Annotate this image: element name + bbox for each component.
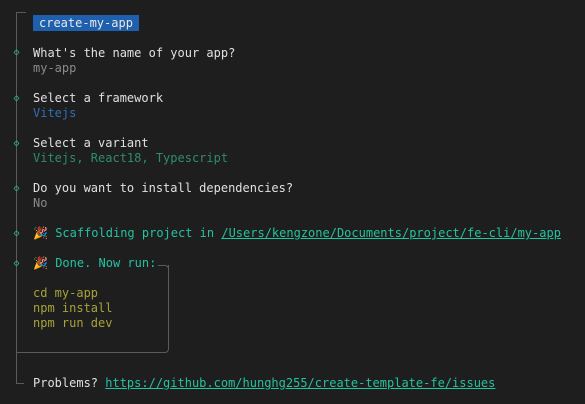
party-icon: 🎉 bbox=[33, 226, 48, 240]
done-line: 🎉 Done. Now run: bbox=[33, 256, 156, 270]
scaffold-line: 🎉 Scaffolding project in /Users/kengzone… bbox=[33, 226, 561, 240]
party-icon: 🎉 bbox=[33, 256, 48, 270]
app-title-badge: create-my-app bbox=[33, 15, 139, 31]
step-answer: Vitejs, React18, Typescript bbox=[33, 151, 229, 165]
step-question: Select a framework bbox=[33, 91, 164, 105]
step-answer: No bbox=[33, 196, 48, 210]
rail-top-corner bbox=[16, 12, 26, 24]
next-steps-box-corner bbox=[158, 265, 169, 271]
step-marker-icon: ◇ bbox=[13, 228, 20, 239]
rail-bottom-corner bbox=[16, 372, 24, 384]
step-marker-icon: ◇ bbox=[13, 183, 20, 194]
step-marker-icon: ◇ bbox=[13, 138, 20, 149]
step-marker-icon: ◇ bbox=[13, 93, 20, 104]
step-question: What's the name of your app? bbox=[33, 46, 236, 60]
command-line: npm run dev bbox=[33, 316, 113, 330]
footer-line: Problems? https://github.com/hunghg255/c… bbox=[33, 376, 495, 390]
issues-link[interactable]: https://github.com/hunghg255/create-temp… bbox=[105, 376, 495, 390]
step-question: Do you want to install dependencies? bbox=[33, 181, 294, 195]
project-path-link[interactable]: /Users/kengzone/Documents/project/fe-cli… bbox=[221, 226, 561, 240]
step-question: Select a variant bbox=[33, 136, 149, 150]
footer-label: Problems? bbox=[33, 376, 106, 390]
done-text: Done. Now run: bbox=[55, 256, 157, 270]
step-answer: Vitejs bbox=[33, 106, 77, 120]
command-line: cd my-app bbox=[33, 286, 99, 300]
step-answer: my-app bbox=[33, 61, 77, 75]
command-line: npm install bbox=[33, 301, 113, 315]
step-marker-icon: ◇ bbox=[13, 47, 20, 58]
step-marker-icon: ◇ bbox=[13, 258, 20, 269]
scaffold-text: Scaffolding project in bbox=[55, 226, 222, 240]
